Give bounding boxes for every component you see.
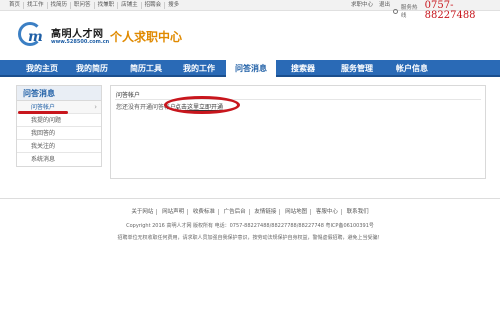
sidebar-item-my-answers[interactable]: 我回答的 [17, 127, 101, 140]
footer-link-statement[interactable]: 网站声明 [159, 209, 189, 215]
footer-link-pricing[interactable]: 收费标准 [189, 209, 219, 215]
top-nav-job-fair[interactable]: 招聘会 [142, 2, 166, 9]
top-nav-shop[interactable]: 店铺主 [118, 2, 142, 9]
footer-link-ads[interactable]: 广告后台 [220, 209, 250, 215]
annotation-oval [164, 96, 240, 114]
nav-my-work[interactable]: 我的工作 [174, 60, 224, 77]
content-panel: 问答帐户 您还没有开通问答帐户， 点击这里立即开通 [110, 85, 486, 179]
footer-divider [0, 198, 500, 199]
footer-notice: 招聘单位无权收取任何费用，请求职人员加强自我保护意识，按劳动法规保护自身权益，警… [117, 235, 383, 241]
sidebar-item-label: 我关注的 [31, 143, 56, 150]
top-bar: 首页 找工作 找简历 职问答 找兼职 店铺主 招聘会 搜多 求职中心 退出 服务… [0, 0, 500, 21]
nav-search[interactable]: 搜索器 [280, 60, 326, 77]
top-nav-part-time[interactable]: 找兼职 [95, 2, 119, 9]
logout-link[interactable]: 退出 [379, 2, 390, 9]
content-title: 问答帐户 [116, 92, 141, 99]
job-center-link[interactable]: 求职中心 [351, 2, 373, 9]
nav-service-management[interactable]: 服务管理 [330, 60, 384, 77]
footer-link-sitemap[interactable]: 网站地图 [282, 209, 312, 215]
sidebar: 问答消息 问答帐户 › 我提的问题 我回答的 我关注的 系统消息 [16, 85, 102, 167]
hotline: 服务热线 0757-88227488 [393, 1, 500, 21]
footer-link-friends[interactable]: 友情链接 [251, 209, 281, 215]
footer-link-contact[interactable]: 联系我们 [344, 209, 372, 215]
sidebar-item-label: 问答帐户 [31, 104, 56, 111]
sidebar-item-my-questions[interactable]: 我提的问题 [17, 114, 101, 127]
chevron-right-icon: › [94, 103, 97, 111]
sidebar-title: 问答消息 [17, 86, 101, 101]
top-nav-find-resume[interactable]: 找简历 [48, 2, 72, 9]
sidebar-item-label: 系统消息 [31, 156, 56, 163]
sidebar-item-following[interactable]: 我关注的 [17, 140, 101, 153]
main-nav: 我的主页 我的简历 简历工具 我的工作 问答消息 搜索器 服务管理 帐户信息 [0, 60, 500, 77]
logo-letter: m [28, 29, 43, 45]
sidebar-item-system-messages[interactable]: 系统消息 [17, 153, 101, 166]
top-nav-find-job[interactable]: 找工作 [24, 2, 48, 9]
sidebar-item-label: 我提的问题 [31, 117, 62, 124]
footer-link-about[interactable]: 关于网站 [128, 209, 158, 215]
nav-qa-messages[interactable]: 问答消息 [226, 60, 276, 77]
nav-my-resume[interactable]: 我的简历 [68, 60, 116, 77]
footer-link-service[interactable]: 客服中心 [312, 209, 342, 215]
top-nav-qa[interactable]: 职问答 [71, 2, 95, 9]
top-nav-more[interactable]: 搜多 [165, 2, 182, 9]
footer-links: 关于网站 网站声明 收费标准 广告后台 友情链接 网站地图 客服中心 联系我们 [0, 207, 500, 215]
annotation-underline [18, 111, 68, 114]
site-logo[interactable]: m 高明人才网 www.528500.com.cn [18, 22, 118, 52]
logo-name: 高明人才网 [51, 29, 104, 40]
nav-my-home[interactable]: 我的主页 [18, 60, 66, 77]
top-nav-home[interactable]: 首页 [6, 2, 25, 9]
site-title: 个人求职中心 [110, 30, 183, 44]
top-right-links: 求职中心 退出 [351, 2, 390, 9]
hotline-number: 0757-88227488 [424, 0, 476, 21]
sidebar-item-label: 我回答的 [31, 130, 56, 137]
phone-icon [393, 8, 398, 14]
nav-resume-tools[interactable]: 简历工具 [120, 60, 172, 77]
hotline-label: 服务热线 [400, 5, 418, 19]
nav-account-info[interactable]: 帐户信息 [386, 60, 438, 77]
copyright: Copyright 2016 高明人才网 版权所有 电话：0757-882274… [126, 223, 374, 229]
logo-url: www.528500.com.cn [51, 39, 110, 45]
top-nav: 首页 找工作 找简历 职问答 找兼职 店铺主 招聘会 搜多 [6, 2, 182, 9]
